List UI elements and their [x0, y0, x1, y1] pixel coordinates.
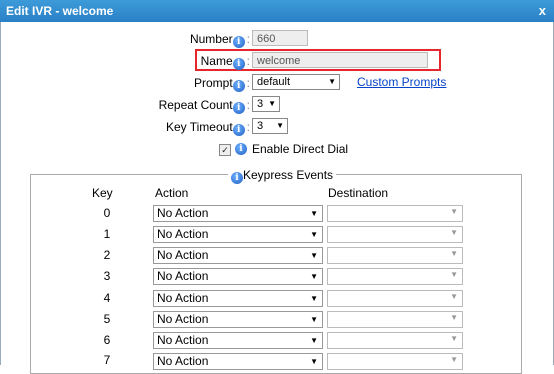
- dialog-title: Edit IVR - welcome: [6, 4, 114, 18]
- row-key: 0: [103, 206, 111, 220]
- name-label-row: Name i:: [200, 54, 250, 70]
- dropdown-arrow-icon: ▼: [310, 230, 318, 239]
- key-timeout-label-row: Key Timeout i:: [165, 120, 250, 136]
- repeat-count-label-row: Repeat Count i:: [158, 98, 250, 114]
- row-key: 5: [103, 312, 111, 326]
- key-column-header: Key: [92, 186, 113, 200]
- action-value: No Action: [157, 354, 209, 368]
- action-column-header: Action: [155, 186, 189, 200]
- action-value: No Action: [157, 248, 209, 262]
- dropdown-arrow-icon: ▼: [276, 121, 284, 130]
- number-label: Number: [189, 32, 233, 46]
- keypress-events-legend: i Keypress Events: [228, 168, 337, 184]
- repeat-count-value: 3: [257, 98, 264, 110]
- dialog-titlebar: Edit IVR - welcome x: [0, 0, 554, 22]
- number-field: 660: [252, 30, 308, 46]
- direct-dial-label: Enable Direct Dial: [252, 142, 349, 156]
- close-button[interactable]: x: [539, 3, 546, 18]
- dropdown-arrow-icon: ▼: [310, 357, 318, 366]
- destination-select[interactable]: ▼: [327, 353, 463, 370]
- action-value: No Action: [157, 269, 209, 283]
- action-value: No Action: [157, 227, 209, 241]
- destination-select[interactable]: ▼: [327, 226, 463, 243]
- dropdown-arrow-icon: ▼: [450, 270, 458, 279]
- action-select[interactable]: No Action ▼: [153, 311, 323, 328]
- dropdown-arrow-icon: ▼: [310, 294, 318, 303]
- row-key: 1: [103, 227, 111, 241]
- dropdown-arrow-icon: ▼: [450, 334, 458, 343]
- action-select[interactable]: No Action ▼: [153, 247, 323, 264]
- action-select[interactable]: No Action ▼: [153, 290, 323, 307]
- dropdown-arrow-icon: ▼: [450, 207, 458, 216]
- dropdown-arrow-icon: ▼: [450, 355, 458, 364]
- dropdown-arrow-icon: ▼: [268, 99, 276, 108]
- key-timeout-value: 3: [257, 120, 264, 132]
- action-value: No Action: [157, 291, 209, 305]
- info-icon[interactable]: i: [235, 143, 247, 155]
- prompt-label: Prompt: [193, 76, 233, 90]
- row-key: 2: [103, 248, 111, 262]
- prompt-select[interactable]: default ▼: [252, 74, 340, 90]
- action-value: No Action: [157, 206, 209, 220]
- row-key: 4: [103, 291, 111, 305]
- dropdown-arrow-icon: ▼: [310, 209, 318, 218]
- prompt-select-value: default: [257, 76, 291, 88]
- row-key: 6: [103, 333, 111, 347]
- row-key: 3: [103, 269, 111, 283]
- info-icon[interactable]: i: [232, 36, 245, 48]
- info-icon[interactable]: i: [232, 58, 245, 70]
- dropdown-arrow-icon: ▼: [450, 228, 458, 237]
- destination-column-header: Destination: [328, 186, 389, 200]
- name-label: Name: [200, 54, 233, 68]
- action-select[interactable]: No Action ▼: [153, 332, 323, 349]
- destination-select[interactable]: ▼: [327, 332, 463, 349]
- action-select[interactable]: No Action ▼: [153, 353, 323, 370]
- number-label-row: Number i:: [189, 32, 250, 48]
- action-select[interactable]: No Action ▼: [153, 205, 323, 222]
- info-icon[interactable]: i: [231, 172, 243, 184]
- dropdown-arrow-icon: ▼: [310, 251, 318, 260]
- prompt-label-row: Prompt i:: [193, 76, 250, 92]
- key-timeout-select[interactable]: 3 ▼: [252, 118, 288, 134]
- dropdown-arrow-icon: ▼: [310, 336, 318, 345]
- direct-dial-checkbox[interactable]: ✓: [219, 144, 231, 156]
- dropdown-arrow-icon: ▼: [328, 77, 336, 86]
- action-select[interactable]: No Action ▼: [153, 226, 323, 243]
- action-value: No Action: [157, 312, 209, 326]
- destination-select[interactable]: ▼: [327, 205, 463, 222]
- repeat-count-label: Repeat Count: [158, 98, 233, 112]
- info-icon[interactable]: i: [232, 80, 245, 92]
- destination-select[interactable]: ▼: [327, 311, 463, 328]
- destination-select[interactable]: ▼: [327, 247, 463, 264]
- custom-prompts-link[interactable]: Custom Prompts: [357, 75, 446, 89]
- name-field[interactable]: welcome: [252, 52, 428, 68]
- destination-select[interactable]: ▼: [327, 290, 463, 307]
- action-value: No Action: [157, 333, 209, 347]
- dropdown-arrow-icon: ▼: [310, 272, 318, 281]
- info-icon[interactable]: i: [232, 124, 245, 136]
- dropdown-arrow-icon: ▼: [450, 313, 458, 322]
- destination-select[interactable]: ▼: [327, 268, 463, 285]
- info-icon[interactable]: i: [232, 102, 245, 114]
- repeat-count-select[interactable]: 3 ▼: [252, 96, 280, 112]
- dropdown-arrow-icon: ▼: [310, 315, 318, 324]
- keypress-events-title: Keypress Events: [243, 168, 334, 182]
- action-select[interactable]: No Action ▼: [153, 268, 323, 285]
- key-timeout-label: Key Timeout: [165, 120, 233, 134]
- dropdown-arrow-icon: ▼: [450, 249, 458, 258]
- dropdown-arrow-icon: ▼: [450, 292, 458, 301]
